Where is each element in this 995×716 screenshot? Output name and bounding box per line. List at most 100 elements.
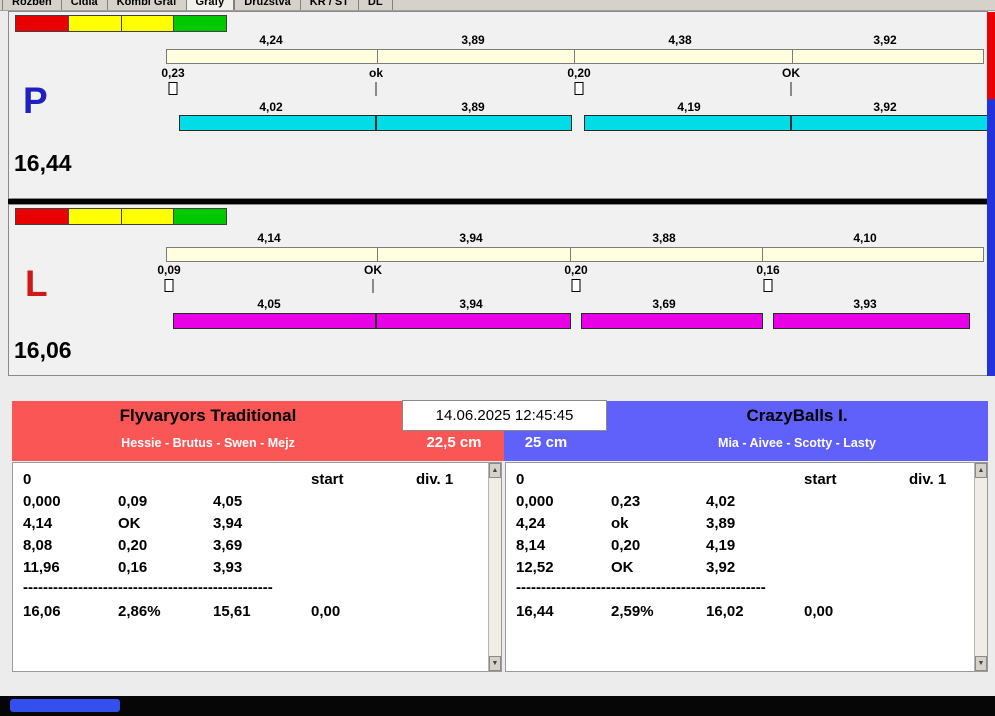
track-divider <box>792 50 793 63</box>
bottom-indicator <box>10 699 120 712</box>
tab-kombi-graf[interactable]: Kombi Graf <box>106 0 186 10</box>
scroll-down-icon[interactable]: ▼ <box>975 656 987 671</box>
legend-yellow-segment <box>67 208 122 225</box>
ok-tick-marker <box>375 82 377 96</box>
dog-time-label: 4,02 <box>259 100 283 114</box>
cumulative-time: 0,000 <box>23 493 61 510</box>
scroll-up-icon[interactable]: ▲ <box>489 463 501 478</box>
fault-tick-marker <box>571 279 581 292</box>
bottom-bar <box>0 696 995 716</box>
status-legend <box>15 15 227 32</box>
lane-letter: P <box>23 80 48 121</box>
table-row: 0,000 0,23 4,02 <box>506 493 973 515</box>
cumulative-time: 4,14 <box>23 515 53 532</box>
dog-time: 3,69 <box>213 537 243 554</box>
track-divider <box>574 50 575 63</box>
split-time-label: 4,38 <box>668 33 692 47</box>
lane-total-time: 16,44 <box>14 150 72 176</box>
ok-tick-marker <box>372 279 374 293</box>
run-bar-segment <box>179 115 376 131</box>
run-bar-segment <box>173 313 376 329</box>
header-cell: start <box>804 471 837 488</box>
scroll-down-icon[interactable]: ▼ <box>489 656 501 671</box>
legend-yellow-segment <box>120 15 175 32</box>
jump-height: 22,5 cm <box>426 434 482 451</box>
split-time-label: 4,10 <box>853 231 877 245</box>
dog-time-label: 3,89 <box>461 100 485 114</box>
legend-red-segment <box>15 15 69 32</box>
change-mark: OK <box>611 559 634 576</box>
table-scrollbar[interactable]: ▲ ▼ <box>974 463 987 671</box>
change-mark-label: 0,16 <box>756 263 780 277</box>
change-mark-label: 0,20 <box>567 66 591 80</box>
header-cell: start <box>311 471 344 488</box>
tab-kr-st[interactable]: KR / ST <box>299 0 358 10</box>
fault-tick-marker <box>574 82 584 95</box>
dog-time-label: 4,19 <box>677 100 701 114</box>
change-mark: 0,09 <box>118 493 148 510</box>
split-track <box>166 247 984 262</box>
legend-green-segment <box>173 15 227 32</box>
cumulative-time: 0,000 <box>516 493 554 510</box>
dog-time: 4,02 <box>706 493 736 510</box>
cumulative-time: 11,96 <box>23 559 60 576</box>
table-scrollbar[interactable]: ▲ ▼ <box>488 463 501 671</box>
dog-time: 4,05 <box>213 493 243 510</box>
dog-time: 3,92 <box>706 559 736 576</box>
cumulative-time: 4,24 <box>516 515 546 532</box>
split-time-label: 3,89 <box>461 33 485 47</box>
totals-row: 16,06 2,86% 15,61 0,00 <box>13 603 487 625</box>
right-indicator-strip-blue <box>987 99 995 376</box>
tabs-row: Rozbeh Cidla Kombi Graf Grafy Druzstva K… <box>2 0 393 10</box>
split-time-label: 3,94 <box>459 231 483 245</box>
split-time-label: 4,14 <box>257 231 281 245</box>
separator-dashes: ----------------------------------------… <box>516 579 766 596</box>
race-timestamp: 14.06.2025 12:45:45 <box>402 400 607 431</box>
penalty-time: 0,00 <box>804 603 834 620</box>
split-time-label: 3,88 <box>652 231 676 245</box>
score-table-left: 0 start div. 1 0,000 0,09 4,05 4,14 OK 3… <box>12 462 502 672</box>
track-divider <box>377 248 378 261</box>
lane-total-time: 16,06 <box>14 337 72 363</box>
tab-druzstva[interactable]: Druzstva <box>234 0 300 10</box>
cumulative-time: 12,52 <box>516 559 554 576</box>
legend-red-segment <box>15 208 69 225</box>
team-dogs: Mia - Aivee - Scotty - Lasty <box>718 436 876 450</box>
change-mark: OK <box>118 515 141 532</box>
status-legend <box>15 208 227 225</box>
dog-time: 4,19 <box>706 537 736 554</box>
tab-rozbeh[interactable]: Rozbeh <box>2 0 61 10</box>
change-mark: 0,16 <box>118 559 148 576</box>
tab-bar: Rozbeh Cidla Kombi Graf Grafy Druzstva K… <box>0 0 995 11</box>
table-header-row: 0 start div. 1 <box>13 471 487 493</box>
table-row: 12,52 OK 3,92 <box>506 559 973 581</box>
run-bar-segment <box>584 115 791 131</box>
legend-yellow-segment <box>120 208 175 225</box>
change-mark-label: ok <box>368 66 384 80</box>
table-row: 4,24 ok 3,89 <box>506 515 973 537</box>
header-cell: div. 1 <box>909 471 947 488</box>
separator-dashes: ----------------------------------------… <box>23 579 273 596</box>
tab-dl[interactable]: DL <box>357 0 393 10</box>
cumulative-time: 8,08 <box>23 537 53 554</box>
change-mark: 0,23 <box>611 493 641 510</box>
header-cell: 0 <box>23 471 32 488</box>
tab-grafy[interactable]: Grafy <box>185 0 235 10</box>
header-cell: 0 <box>516 471 525 488</box>
dog-time-label: 4,05 <box>257 297 281 311</box>
header-cell: div. 1 <box>416 471 454 488</box>
total-time: 16,44 <box>516 603 554 620</box>
tab-cidla[interactable]: Cidla <box>60 0 107 10</box>
team-dogs: Hessie - Brutus - Swen - Mejz <box>121 436 295 450</box>
run-bar-segment <box>773 313 970 329</box>
run-bar-segment <box>581 313 763 329</box>
track-divider <box>570 248 571 261</box>
totals-row: 16,44 2,59% 16,02 0,00 <box>506 603 973 625</box>
scroll-up-icon[interactable]: ▲ <box>975 463 987 478</box>
split-time-label: 4,24 <box>259 33 283 47</box>
total-time: 16,06 <box>23 603 61 620</box>
run-bar-segment <box>376 115 572 131</box>
net-time: 16,02 <box>706 603 744 620</box>
fault-tick-marker <box>164 279 174 292</box>
change-mark-label: OK <box>782 66 800 80</box>
